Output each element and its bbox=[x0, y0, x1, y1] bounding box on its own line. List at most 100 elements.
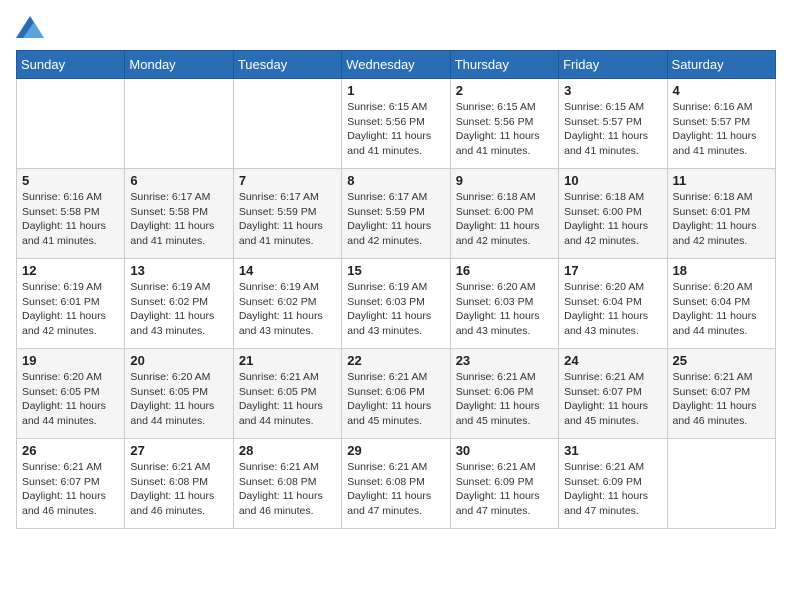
day-info: Sunrise: 6:15 AM Sunset: 5:57 PM Dayligh… bbox=[564, 100, 661, 159]
day-header-friday: Friday bbox=[559, 51, 667, 79]
day-number: 5 bbox=[22, 173, 119, 188]
day-number: 10 bbox=[564, 173, 661, 188]
calendar-cell: 10 Sunrise: 6:18 AM Sunset: 6:00 PM Dayli… bbox=[559, 169, 667, 259]
day-info: Sunrise: 6:19 AM Sunset: 6:02 PM Dayligh… bbox=[130, 280, 227, 339]
day-number: 11 bbox=[673, 173, 770, 188]
day-info: Sunrise: 6:18 AM Sunset: 6:00 PM Dayligh… bbox=[564, 190, 661, 249]
calendar-cell: 7Sunrise: 6:17 AM Sunset: 5:59 PM Daylig… bbox=[233, 169, 341, 259]
calendar-cell: 8Sunrise: 6:17 AM Sunset: 5:59 PM Daylig… bbox=[342, 169, 450, 259]
day-number: 27 bbox=[130, 443, 227, 458]
calendar-cell: 11 Sunrise: 6:18 AM Sunset: 6:01 PM Dayli… bbox=[667, 169, 775, 259]
day-info: Sunrise: 6:16 AM Sunset: 5:57 PM Dayligh… bbox=[673, 100, 770, 159]
calendar-cell: 14 Sunrise: 6:19 AM Sunset: 6:02 PM Dayli… bbox=[233, 259, 341, 349]
day-info: Sunrise: 6:19 AM Sunset: 6:01 PM Dayligh… bbox=[22, 280, 119, 339]
day-header-tuesday: Tuesday bbox=[233, 51, 341, 79]
page-header bbox=[16, 16, 776, 38]
day-info: Sunrise: 6:21 AM Sunset: 6:06 PM Dayligh… bbox=[347, 370, 444, 429]
logo-icon bbox=[16, 16, 44, 38]
calendar-week-5: 26Sunrise: 6:21 AM Sunset: 6:07 PM Dayli… bbox=[17, 439, 776, 529]
calendar-cell: 9 Sunrise: 6:18 AM Sunset: 6:00 PM Daylig… bbox=[450, 169, 558, 259]
day-number: 16 bbox=[456, 263, 553, 278]
calendar-cell: 13 Sunrise: 6:19 AM Sunset: 6:02 PM Dayli… bbox=[125, 259, 233, 349]
calendar-week-1: 1 Sunrise: 6:15 AM Sunset: 5:56 PM Daylig… bbox=[17, 79, 776, 169]
day-info: Sunrise: 6:21 AM Sunset: 6:06 PM Dayligh… bbox=[456, 370, 553, 429]
day-number: 17 bbox=[564, 263, 661, 278]
day-number: 1 bbox=[347, 83, 444, 98]
calendar-cell: 29 Sunrise: 6:21 AM Sunset: 6:08 PM Dayli… bbox=[342, 439, 450, 529]
day-number: 3 bbox=[564, 83, 661, 98]
calendar-cell: 23 Sunrise: 6:21 AM Sunset: 6:06 PM Dayli… bbox=[450, 349, 558, 439]
calendar-cell: 31Sunrise: 6:21 AM Sunset: 6:09 PM Dayli… bbox=[559, 439, 667, 529]
calendar-table: SundayMondayTuesdayWednesdayThursdayFrid… bbox=[16, 50, 776, 529]
calendar-cell: 4 Sunrise: 6:16 AM Sunset: 5:57 PM Daylig… bbox=[667, 79, 775, 169]
calendar-cell: 17 Sunrise: 6:20 AM Sunset: 6:04 PM Dayli… bbox=[559, 259, 667, 349]
day-info: Sunrise: 6:21 AM Sunset: 6:09 PM Dayligh… bbox=[456, 460, 553, 519]
calendar-cell bbox=[17, 79, 125, 169]
calendar-cell bbox=[667, 439, 775, 529]
day-info: Sunrise: 6:21 AM Sunset: 6:07 PM Dayligh… bbox=[22, 460, 119, 519]
calendar-cell: 3 Sunrise: 6:15 AM Sunset: 5:57 PM Daylig… bbox=[559, 79, 667, 169]
day-info: Sunrise: 6:19 AM Sunset: 6:03 PM Dayligh… bbox=[347, 280, 444, 339]
day-number: 23 bbox=[456, 353, 553, 368]
day-number: 25 bbox=[673, 353, 770, 368]
day-info: Sunrise: 6:20 AM Sunset: 6:04 PM Dayligh… bbox=[564, 280, 661, 339]
calendar-week-4: 19 Sunrise: 6:20 AM Sunset: 6:05 PM Dayli… bbox=[17, 349, 776, 439]
calendar-week-3: 12 Sunrise: 6:19 AM Sunset: 6:01 PM Dayli… bbox=[17, 259, 776, 349]
calendar-cell: 27 Sunrise: 6:21 AM Sunset: 6:08 PM Dayli… bbox=[125, 439, 233, 529]
calendar-cell: 19 Sunrise: 6:20 AM Sunset: 6:05 PM Dayli… bbox=[17, 349, 125, 439]
calendar-cell: 15 Sunrise: 6:19 AM Sunset: 6:03 PM Dayli… bbox=[342, 259, 450, 349]
day-info: Sunrise: 6:21 AM Sunset: 6:09 PM Dayligh… bbox=[564, 460, 661, 519]
day-info: Sunrise: 6:21 AM Sunset: 6:08 PM Dayligh… bbox=[347, 460, 444, 519]
calendar-cell: 20Sunrise: 6:20 AM Sunset: 6:05 PM Dayli… bbox=[125, 349, 233, 439]
day-number: 28 bbox=[239, 443, 336, 458]
day-number: 14 bbox=[239, 263, 336, 278]
day-info: Sunrise: 6:21 AM Sunset: 6:05 PM Dayligh… bbox=[239, 370, 336, 429]
day-number: 21 bbox=[239, 353, 336, 368]
calendar-cell: 5 Sunrise: 6:16 AM Sunset: 5:58 PM Daylig… bbox=[17, 169, 125, 259]
calendar-cell: 6Sunrise: 6:17 AM Sunset: 5:58 PM Daylig… bbox=[125, 169, 233, 259]
day-info: Sunrise: 6:17 AM Sunset: 5:59 PM Dayligh… bbox=[347, 190, 444, 249]
day-info: Sunrise: 6:20 AM Sunset: 6:05 PM Dayligh… bbox=[130, 370, 227, 429]
logo bbox=[16, 16, 48, 38]
day-info: Sunrise: 6:15 AM Sunset: 5:56 PM Dayligh… bbox=[456, 100, 553, 159]
calendar-cell: 2 Sunrise: 6:15 AM Sunset: 5:56 PM Daylig… bbox=[450, 79, 558, 169]
day-info: Sunrise: 6:18 AM Sunset: 6:00 PM Dayligh… bbox=[456, 190, 553, 249]
day-header-thursday: Thursday bbox=[450, 51, 558, 79]
day-number: 29 bbox=[347, 443, 444, 458]
calendar-cell bbox=[125, 79, 233, 169]
calendar-cell: 16 Sunrise: 6:20 AM Sunset: 6:03 PM Dayli… bbox=[450, 259, 558, 349]
day-info: Sunrise: 6:20 AM Sunset: 6:03 PM Dayligh… bbox=[456, 280, 553, 339]
calendar-cell: 24 Sunrise: 6:21 AM Sunset: 6:07 PM Dayli… bbox=[559, 349, 667, 439]
day-number: 2 bbox=[456, 83, 553, 98]
day-number: 6 bbox=[130, 173, 227, 188]
calendar-cell bbox=[233, 79, 341, 169]
calendar-cell: 1 Sunrise: 6:15 AM Sunset: 5:56 PM Daylig… bbox=[342, 79, 450, 169]
day-number: 4 bbox=[673, 83, 770, 98]
day-number: 7 bbox=[239, 173, 336, 188]
day-number: 18 bbox=[673, 263, 770, 278]
day-info: Sunrise: 6:21 AM Sunset: 6:07 PM Dayligh… bbox=[564, 370, 661, 429]
day-info: Sunrise: 6:15 AM Sunset: 5:56 PM Dayligh… bbox=[347, 100, 444, 159]
calendar-header-row: SundayMondayTuesdayWednesdayThursdayFrid… bbox=[17, 51, 776, 79]
day-info: Sunrise: 6:20 AM Sunset: 6:05 PM Dayligh… bbox=[22, 370, 119, 429]
calendar-week-2: 5 Sunrise: 6:16 AM Sunset: 5:58 PM Daylig… bbox=[17, 169, 776, 259]
calendar-cell: 21 Sunrise: 6:21 AM Sunset: 6:05 PM Dayli… bbox=[233, 349, 341, 439]
day-info: Sunrise: 6:18 AM Sunset: 6:01 PM Dayligh… bbox=[673, 190, 770, 249]
day-header-wednesday: Wednesday bbox=[342, 51, 450, 79]
calendar-cell: 12 Sunrise: 6:19 AM Sunset: 6:01 PM Dayli… bbox=[17, 259, 125, 349]
day-info: Sunrise: 6:19 AM Sunset: 6:02 PM Dayligh… bbox=[239, 280, 336, 339]
calendar-cell: 30 Sunrise: 6:21 AM Sunset: 6:09 PM Dayli… bbox=[450, 439, 558, 529]
day-number: 15 bbox=[347, 263, 444, 278]
day-number: 9 bbox=[456, 173, 553, 188]
day-number: 30 bbox=[456, 443, 553, 458]
day-number: 24 bbox=[564, 353, 661, 368]
day-info: Sunrise: 6:16 AM Sunset: 5:58 PM Dayligh… bbox=[22, 190, 119, 249]
day-info: Sunrise: 6:21 AM Sunset: 6:08 PM Dayligh… bbox=[130, 460, 227, 519]
day-info: Sunrise: 6:21 AM Sunset: 6:08 PM Dayligh… bbox=[239, 460, 336, 519]
day-number: 12 bbox=[22, 263, 119, 278]
day-number: 19 bbox=[22, 353, 119, 368]
day-header-sunday: Sunday bbox=[17, 51, 125, 79]
calendar-cell: 25 Sunrise: 6:21 AM Sunset: 6:07 PM Dayli… bbox=[667, 349, 775, 439]
day-info: Sunrise: 6:21 AM Sunset: 6:07 PM Dayligh… bbox=[673, 370, 770, 429]
day-number: 13 bbox=[130, 263, 227, 278]
